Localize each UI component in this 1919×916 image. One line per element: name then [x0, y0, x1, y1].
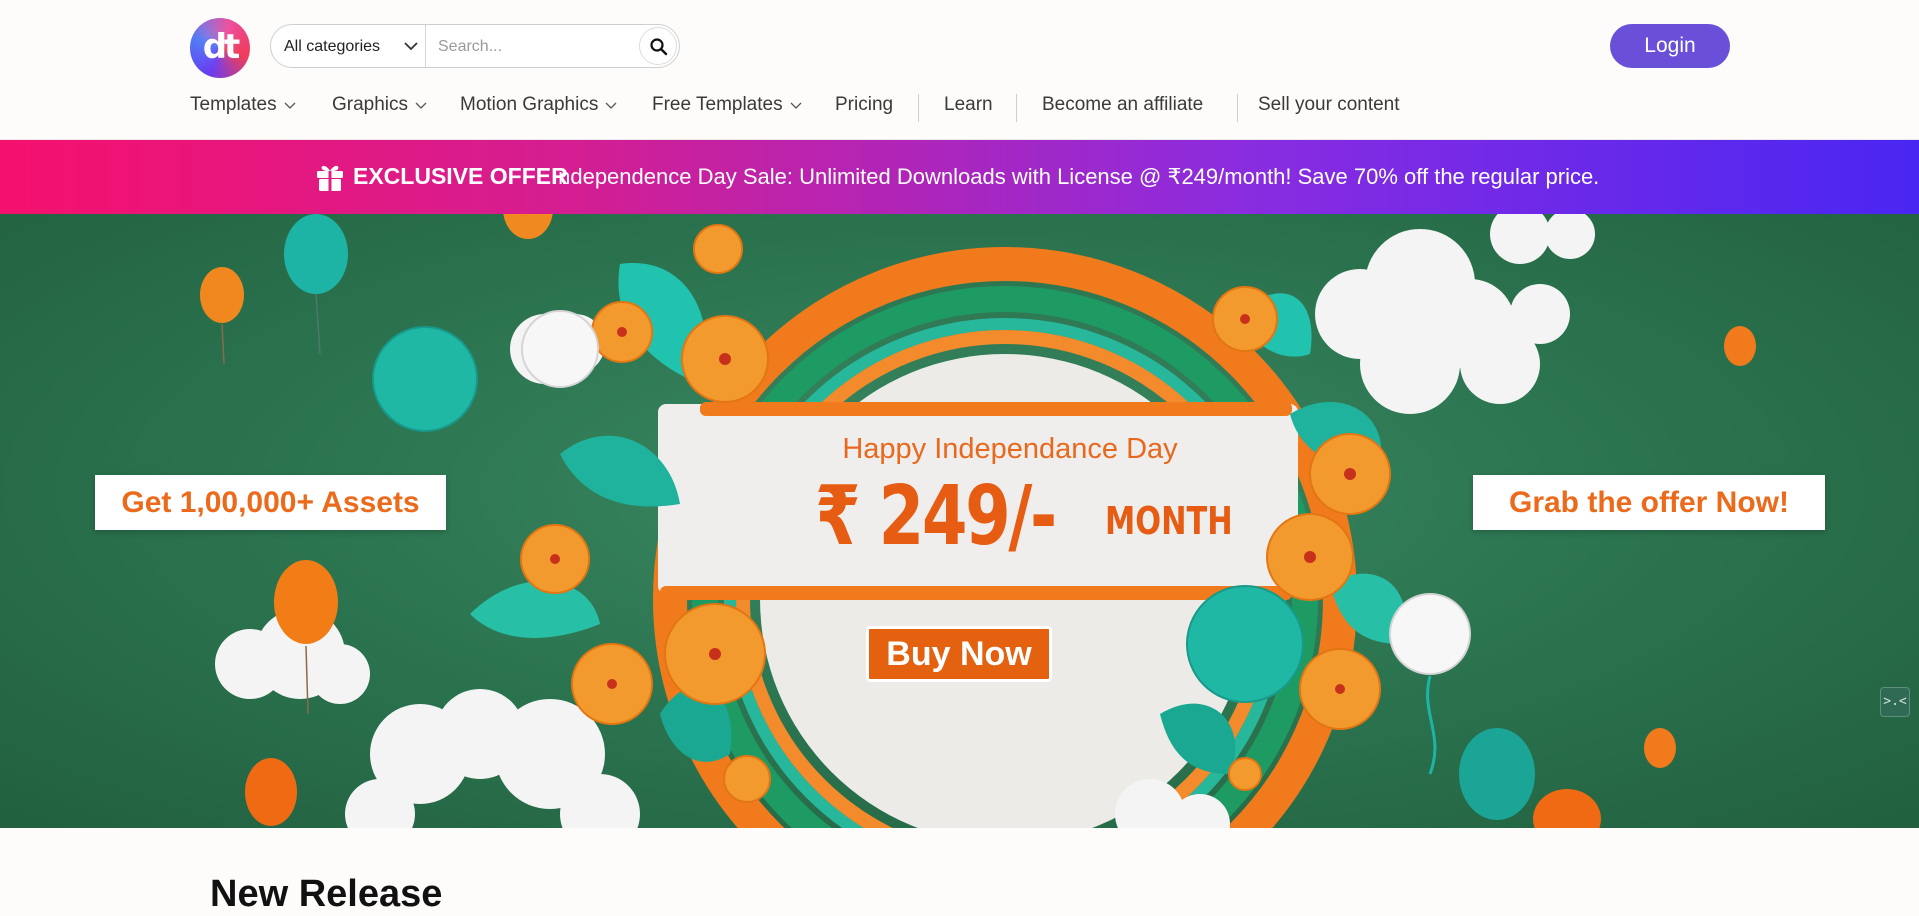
hero-price: ₹ 249/- MONTH [815, 469, 1233, 564]
search-bar: All categories [270, 24, 680, 68]
nav-item-templates[interactable]: Templates [190, 94, 296, 116]
nav-item-label: Motion Graphics [460, 94, 599, 115]
price-unit: MONTH [1105, 499, 1233, 543]
nav-item-label: Graphics [332, 94, 409, 115]
nav-item-label: Become an affiliate [1042, 94, 1204, 115]
login-button[interactable]: Login [1610, 24, 1730, 68]
logo[interactable]: dt [190, 18, 250, 78]
category-select[interactable]: All categories [271, 25, 426, 67]
site-header: dt All categories Login Templates Graphi… [0, 0, 1919, 140]
nav-item-affiliate[interactable]: Become an affiliate [1042, 94, 1203, 116]
chevron-down-icon [605, 102, 617, 109]
search-button[interactable] [639, 27, 677, 65]
nav-item-pricing[interactable]: Pricing [835, 94, 893, 116]
chevron-down-icon [415, 102, 427, 109]
chevron-down-icon [790, 102, 802, 109]
nav-divider [1237, 94, 1238, 122]
category-label: All categories [284, 38, 381, 55]
section-title: New Release [210, 873, 443, 915]
logo-text: dt [202, 27, 241, 67]
search-input[interactable] [436, 34, 625, 60]
hero-banner[interactable]: Get 1,00,000+ Assets Grab the offer Now!… [0, 214, 1919, 828]
nav-item-label: Learn [944, 94, 993, 115]
chevron-down-icon [284, 102, 296, 109]
gift-icon [317, 165, 343, 191]
offer-label: EXCLUSIVE OFFER [353, 163, 568, 189]
chevron-down-icon [404, 42, 418, 51]
buy-now-button[interactable]: Buy Now [866, 626, 1052, 682]
nav-item-sell-content[interactable]: Sell your content [1258, 94, 1400, 116]
floating-widget-toggle[interactable]: >.< [1880, 687, 1910, 717]
hero-subtitle: Happy Independance Day [842, 433, 1178, 465]
nav-item-free-templates[interactable]: Free Templates [652, 94, 802, 116]
offer-text: Independence Day Sale: Unlimited Downloa… [552, 164, 1600, 189]
search-icon [650, 38, 668, 56]
price-amount: ₹ 249/- [815, 469, 1057, 564]
nav-item-graphics[interactable]: Graphics [332, 94, 427, 116]
grab-offer-tag[interactable]: Grab the offer Now! [1473, 475, 1825, 530]
offer-banner[interactable]: EXCLUSIVE OFFER Independence Day Sale: U… [0, 140, 1919, 214]
nav-item-label: Sell your content [1258, 94, 1400, 115]
nav-divider [918, 94, 919, 122]
nav-item-label: Pricing [835, 94, 894, 115]
nav-item-learn[interactable]: Learn [944, 94, 993, 116]
nav-item-label: Templates [190, 94, 277, 115]
assets-tag[interactable]: Get 1,00,000+ Assets [95, 475, 446, 530]
nav-divider [1016, 94, 1017, 122]
nav-item-motion-graphics[interactable]: Motion Graphics [460, 94, 617, 116]
nav-item-label: Free Templates [652, 94, 783, 115]
